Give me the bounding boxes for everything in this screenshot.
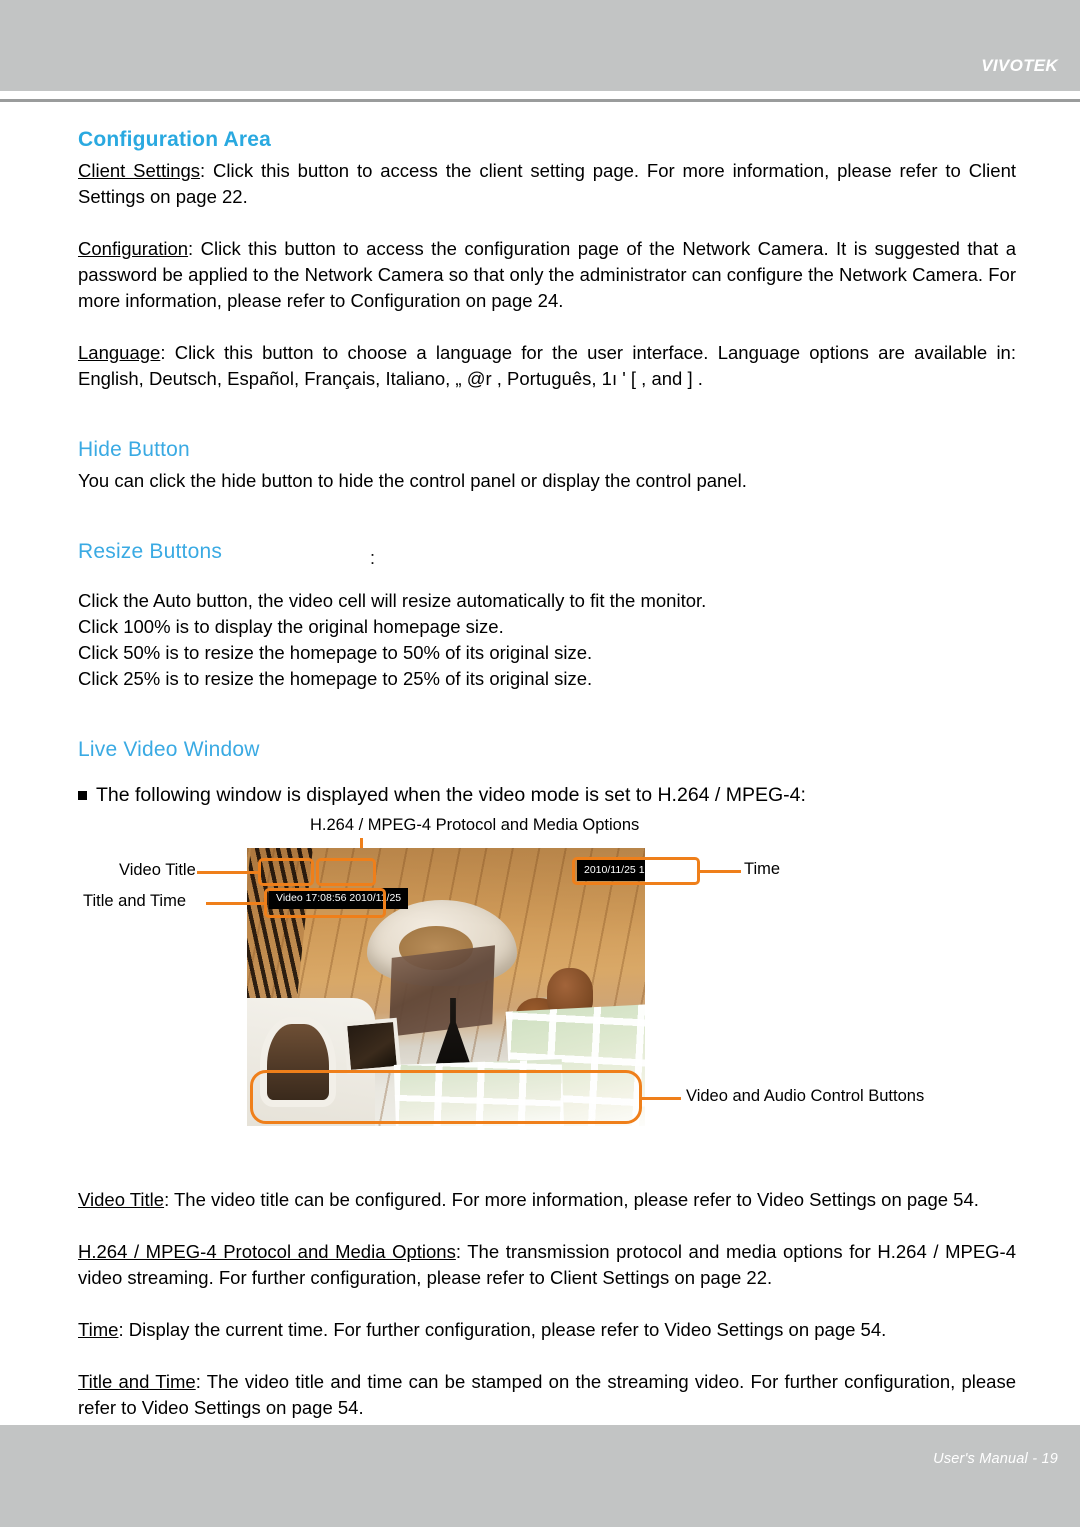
bullet-text: The following window is displayed when t… bbox=[96, 784, 806, 806]
heading-configuration-area: Configuration Area bbox=[78, 128, 271, 151]
leader-line-time bbox=[699, 870, 741, 873]
resize-line-25: Click 25% is to resize the homepage to 2… bbox=[78, 668, 593, 689]
resize-line-50: Click 50% is to resize the homepage to 5… bbox=[78, 642, 593, 663]
annotation-box-time bbox=[572, 857, 700, 885]
term-video-title: Video Title bbox=[78, 1189, 165, 1210]
definition-protocol-options: H.264 / MPEG-4 Protocol and Media Option… bbox=[78, 1239, 1016, 1291]
term-time: Time bbox=[78, 1319, 119, 1340]
resize-line-auto: Click the Auto button, the video cell wi… bbox=[78, 590, 707, 611]
paragraph-hide-button: You can click the hide button to hide th… bbox=[78, 470, 747, 491]
annotation-box-video-title bbox=[258, 858, 314, 886]
term-client-settings: Client Settings bbox=[78, 160, 201, 181]
leader-line-video-title bbox=[197, 871, 259, 874]
leader-line-title-and-time bbox=[206, 902, 264, 905]
definition-video-title: Video Title: The video title can be conf… bbox=[78, 1187, 1016, 1213]
vivotek-logo: VIVOTEK bbox=[981, 56, 1058, 75]
heading-resize-buttons: Resize Buttons bbox=[78, 540, 223, 563]
resize-line-100: Click 100% is to display the original ho… bbox=[78, 616, 504, 637]
term-title-and-time: Title and Time bbox=[78, 1371, 196, 1392]
text-time: : Display the current time. For further … bbox=[118, 1319, 887, 1340]
annotation-box-video-audio-controls bbox=[250, 1070, 642, 1124]
heading-hide-button: Hide Button bbox=[78, 438, 190, 461]
page-footer-band: User's Manual - 19 bbox=[0, 1425, 1080, 1527]
text-client-settings: : Click this button to access the client… bbox=[78, 160, 1016, 207]
definition-title-and-time: Title and Time: The video title and time… bbox=[78, 1369, 1016, 1421]
annotation-box-protocol-options bbox=[316, 858, 376, 886]
paragraph-configuration: Configuration: Click this button to acce… bbox=[78, 236, 1016, 314]
photo-rug bbox=[389, 945, 495, 1037]
text-video-title: : The video title can be configured. For… bbox=[164, 1189, 979, 1210]
footer-page-label: User's Manual - 19 bbox=[933, 1451, 1058, 1467]
term-protocol-options: H.264 / MPEG-4 Protocol and Media Option… bbox=[78, 1241, 456, 1262]
photo-wall-picture bbox=[342, 1017, 402, 1075]
square-bullet-icon bbox=[78, 791, 87, 800]
label-title-and-time: Title and Time bbox=[83, 892, 187, 910]
paragraph-language: Language: Click this button to choose a … bbox=[78, 340, 1016, 392]
text-title-and-time: : The video title and time can be stampe… bbox=[78, 1371, 1016, 1418]
live-video-window-figure: H.264 / MPEG-4 Protocol and Media Option… bbox=[78, 816, 1016, 1161]
header-divider-rule bbox=[0, 99, 1080, 102]
page-header-band: VIVOTEK bbox=[0, 0, 1080, 91]
text-language: : Click this button to choose a language… bbox=[78, 342, 1016, 389]
leader-line-video-audio-controls bbox=[641, 1097, 681, 1100]
document-content: Configuration Area Client Settings: Clic… bbox=[78, 128, 1016, 1499]
figure-caption-protocol-options: H.264 / MPEG-4 Protocol and Media Option… bbox=[310, 816, 640, 834]
definition-time: Time: Display the current time. For furt… bbox=[78, 1317, 1016, 1343]
label-video-title: Video Title bbox=[119, 861, 196, 879]
term-language: Language bbox=[78, 342, 161, 363]
label-time: Time bbox=[744, 860, 781, 878]
label-video-audio-controls: Video and Audio Control Buttons bbox=[686, 1087, 925, 1105]
term-configuration: Configuration bbox=[78, 238, 189, 259]
stray-colon-artifact: : bbox=[370, 548, 376, 568]
annotation-box-title-and-time bbox=[264, 888, 386, 918]
bullet-live-video-window: The following window is displayed when t… bbox=[78, 782, 1016, 808]
paragraph-client-settings: Client Settings: Click this button to ac… bbox=[78, 158, 1016, 210]
text-configuration: : Click this button to access the config… bbox=[78, 238, 1016, 311]
heading-live-video-window: Live Video Window bbox=[78, 738, 260, 761]
